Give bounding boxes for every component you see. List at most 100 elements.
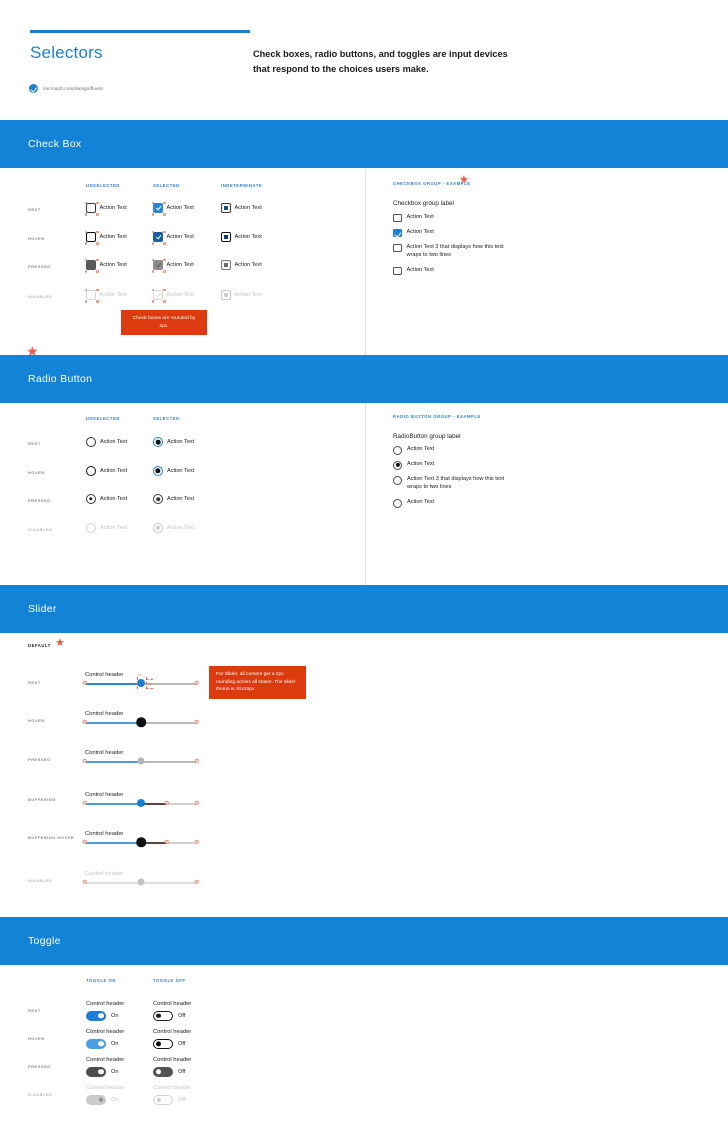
radio-icon: [86, 523, 96, 533]
group-checkbox-item-2[interactable]: Action Text: [393, 228, 508, 237]
slider-section-body: DEFAULT ★ REST HOVER PRESSED BUFFERING B…: [0, 633, 728, 915]
row-label-hover: HOVER: [28, 1036, 45, 1041]
redline-marks: [84, 258, 99, 273]
radio-selected-hover[interactable]: Action Text: [153, 466, 194, 476]
toggle-switch-icon[interactable]: [86, 1067, 106, 1077]
hero-rule: [30, 30, 250, 33]
checkbox-icon: [221, 203, 231, 213]
row-label-pressed: PRESSED: [28, 757, 51, 762]
slider-redline-end-right: [194, 719, 200, 725]
redline-horizontal-bottom: [146, 687, 153, 689]
checkbox-indeterminate-hover[interactable]: Action Text: [221, 232, 262, 242]
radio-label: Action Text: [407, 446, 435, 452]
toggle-header: Control header: [86, 1001, 125, 1007]
checkbox-label: Action Text: [406, 267, 434, 273]
toggle-state-label: Off: [178, 1040, 186, 1047]
radio-icon: [86, 466, 96, 476]
radio-label: Action Text: [100, 496, 128, 502]
toggle-switch-icon[interactable]: [153, 1011, 173, 1021]
slider-thumb[interactable]: [137, 799, 145, 807]
section-band-slider: Slider: [0, 585, 728, 633]
checkbox-icon: [84, 201, 99, 216]
checkbox-icon: [151, 201, 166, 216]
column-header-unselected: UNSELECTED: [86, 183, 120, 188]
toggle-state-label: On: [111, 1096, 119, 1103]
group-header-radio: RADIO BUTTON GROUP - EXAMPLE: [393, 414, 481, 419]
hero-header: Selectors Check boxes, radio buttons, an…: [0, 0, 728, 118]
checkbox-unselected-rest[interactable]: Action Text: [84, 201, 127, 216]
toggle-switch-icon[interactable]: [86, 1011, 106, 1021]
toggle-section-body: TOGGLE ON TOGGLE OFF REST HOVER PRESSED …: [0, 965, 728, 1140]
checkbox-label: Action Text: [406, 214, 434, 220]
radio-unselected-hover[interactable]: Action Text: [86, 466, 127, 476]
slider-thumb: [137, 878, 145, 886]
callout-checkbox-rounding: Check boxes are rounded by 2px.: [121, 310, 207, 336]
radio-icon: [86, 437, 96, 447]
toggle-switch-icon[interactable]: [153, 1067, 173, 1077]
slider-fill: [85, 842, 141, 844]
toggle-switch-icon[interactable]: [86, 1039, 106, 1049]
checkbox-label: Action Text: [99, 204, 127, 211]
slider-thumb[interactable]: [136, 717, 146, 727]
group-radio-item-2[interactable]: Action Text: [393, 460, 508, 470]
radio-icon: [153, 437, 163, 447]
column-header-indeterminate: INDETERMINATE: [221, 183, 263, 188]
checkbox-selected-pressed[interactable]: Action Text: [151, 258, 194, 273]
toggle-header: Control header: [86, 1029, 125, 1035]
group-checkbox-item-4[interactable]: Action Text: [393, 266, 508, 275]
toggle-header: Control header: [86, 1085, 125, 1091]
radio-label: Action Text: [100, 468, 128, 474]
radio-icon: [393, 445, 402, 455]
radio-label: Action Text: [407, 461, 435, 467]
row-label-buffering: BUFFERING: [28, 797, 56, 802]
group-checkbox-item-1[interactable]: Action Text: [393, 213, 508, 222]
checkbox-indeterminate-rest[interactable]: Action Text: [221, 203, 262, 213]
section-band-checkbox: Check Box: [0, 120, 728, 168]
page-title: Selectors: [30, 43, 103, 62]
checkbox-selected-rest[interactable]: Action Text: [151, 201, 194, 216]
checkbox-label: Action Text: [234, 233, 262, 240]
radio-icon: [393, 460, 402, 470]
checkbox-label: Action Text: [234, 261, 262, 268]
toggle-header: Control header: [86, 1057, 125, 1063]
section-band-toggle: Toggle: [0, 917, 728, 965]
group-radio-item-1[interactable]: Action Text: [393, 445, 508, 455]
radio-label: Action Text: [167, 496, 195, 502]
radio-selected-rest[interactable]: Action Text: [153, 437, 194, 447]
group-radio-item-4[interactable]: Action Text: [393, 498, 508, 508]
checkbox-label: Action Text: [234, 291, 262, 298]
checkbox-indeterminate-pressed[interactable]: Action Text: [221, 260, 262, 270]
checkbox-unselected-hover[interactable]: Action Text: [84, 230, 127, 245]
checkbox-label: Action Text: [406, 229, 434, 235]
slider-redline-end-right: [194, 680, 200, 686]
callout-slider-rounding: For Slider, all corners get a 2px roundi…: [209, 666, 306, 699]
radio-unselected-pressed[interactable]: Action Text: [86, 494, 127, 504]
slider-thumb[interactable]: [137, 757, 145, 765]
source-link[interactable]: microsoft.com/design/fluent: [29, 84, 103, 93]
slider-header: Control header: [85, 831, 124, 837]
group-checkbox-item-3[interactable]: Action Text 3 that displays how this tex…: [393, 243, 511, 260]
checkbox-unselected-pressed[interactable]: Action Text: [84, 258, 127, 273]
toggle-switch-icon[interactable]: [153, 1039, 173, 1049]
radio-icon: [153, 466, 163, 476]
slider-header: Control header: [85, 871, 124, 877]
row-label-pressed: PRESSED: [28, 498, 51, 503]
toggle-state-label: On: [111, 1040, 119, 1047]
section-title-toggle: Toggle: [28, 935, 61, 947]
slider-thumb[interactable]: [136, 837, 146, 847]
section-divider: [365, 168, 366, 355]
row-label-disabled: DISABLED: [28, 1092, 53, 1097]
checkbox-icon: [221, 260, 231, 270]
checkbox-label: Action Text: [234, 204, 262, 211]
checkbox-icon: [393, 266, 402, 275]
selectors-spec-page: Selectors Check boxes, radio buttons, an…: [0, 0, 728, 1140]
radio-selected-pressed[interactable]: Action Text: [153, 494, 194, 504]
slider-thumb[interactable]: [137, 679, 145, 687]
checkbox-icon: [221, 290, 231, 300]
slider-fill: [85, 683, 141, 685]
group-radio-item-3[interactable]: Action Text 3 that displays how this tex…: [393, 475, 511, 492]
checkbox-selected-hover[interactable]: Action Text: [151, 230, 194, 245]
checkbox-indeterminate-disabled: Action Text: [221, 290, 262, 300]
slider-fill: [85, 722, 141, 724]
radio-unselected-rest[interactable]: Action Text: [86, 437, 127, 447]
